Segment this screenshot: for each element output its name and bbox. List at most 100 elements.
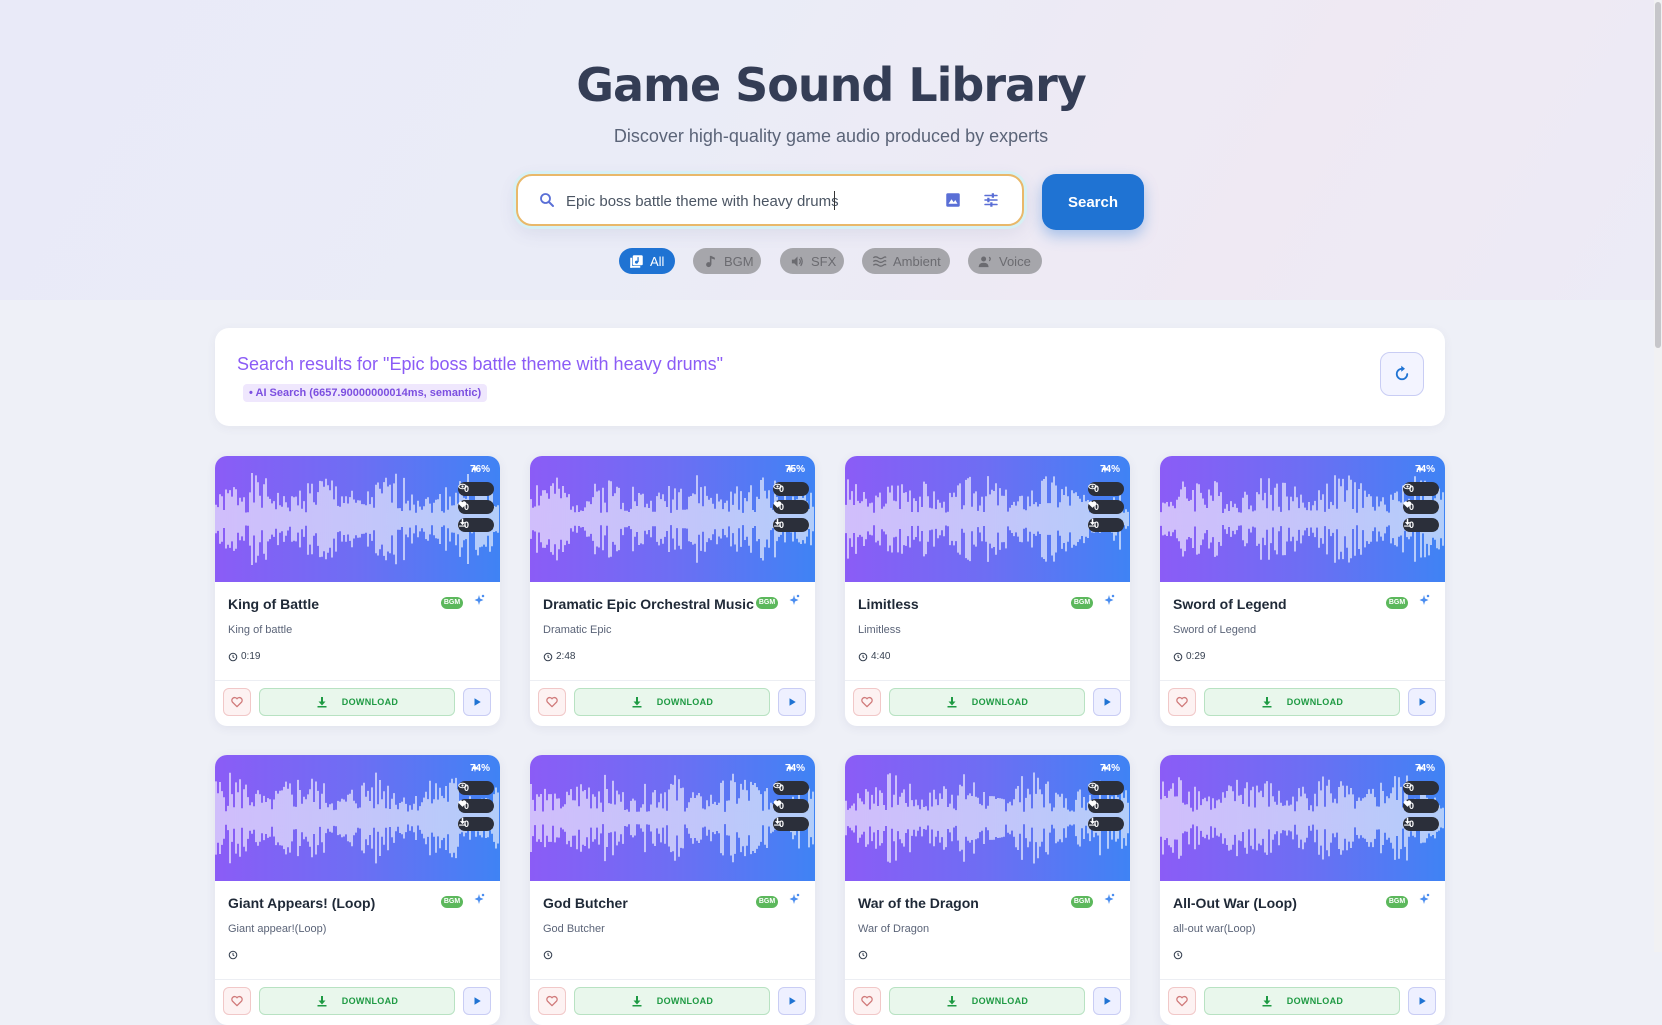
download-icon xyxy=(317,996,327,1007)
sound-card[interactable]: 74% 0 0 0 Giant Appears! (Loop) BGM Gian… xyxy=(215,755,500,1025)
sparkle-icon xyxy=(1416,763,1424,773)
sound-title[interactable]: Sword of Legend xyxy=(1173,596,1287,612)
views-stat: 0 xyxy=(773,482,809,496)
filter-chip-sfx[interactable]: SFX xyxy=(780,248,844,274)
page-scrollbar[interactable] xyxy=(1654,0,1662,952)
waveform-preview[interactable]: 74% 0 0 0 xyxy=(1160,456,1445,582)
waveform-preview[interactable]: 74% 0 0 0 xyxy=(845,456,1130,582)
play-button[interactable] xyxy=(1408,688,1436,716)
download-label: DOWNLOAD xyxy=(971,996,1029,1006)
sparkle-icon xyxy=(786,763,794,773)
match-score-badge: 74% xyxy=(1100,464,1120,475)
search-box[interactable] xyxy=(516,174,1024,226)
favorite-button[interactable] xyxy=(538,688,566,716)
filter-chip-label: Voice xyxy=(999,253,1031,269)
ai-sparkle-icon xyxy=(1104,893,1115,904)
heart-icon xyxy=(1403,800,1412,807)
sound-title[interactable]: Giant Appears! (Loop) xyxy=(228,895,375,911)
favorite-button[interactable] xyxy=(853,688,881,716)
waveform-preview[interactable]: 74% 0 0 0 xyxy=(530,755,815,881)
scrollbar-thumb[interactable] xyxy=(1655,2,1661,348)
download-button[interactable]: DOWNLOAD xyxy=(259,987,455,1015)
play-button[interactable] xyxy=(463,987,491,1015)
sound-card[interactable]: 74% 0 0 0 War of the Dragon BGM War of D… xyxy=(845,755,1130,1025)
sound-subtitle: Dramatic Epic xyxy=(543,624,612,636)
sound-title[interactable]: War of the Dragon xyxy=(858,895,979,911)
filter-sliders-icon[interactable] xyxy=(982,191,1000,209)
views-stat: 0 xyxy=(458,781,494,795)
play-button[interactable] xyxy=(778,987,806,1015)
eye-icon xyxy=(1088,782,1097,789)
sound-subtitle: Giant appear!(Loop) xyxy=(228,923,327,935)
results-title: Search results for "Epic boss battle the… xyxy=(237,354,723,374)
download-icon xyxy=(1262,697,1272,708)
heart-outline-icon xyxy=(546,696,558,708)
play-button[interactable] xyxy=(778,688,806,716)
sound-card[interactable]: 74% 0 0 0 Sword of Legend BGM Sword of L… xyxy=(1160,456,1445,726)
sparkle-icon xyxy=(471,464,479,474)
download-button[interactable]: DOWNLOAD xyxy=(889,688,1085,716)
play-button[interactable] xyxy=(1093,987,1121,1015)
download-label: DOWNLOAD xyxy=(341,996,399,1006)
sound-card[interactable]: 76% 0 0 0 King of Battle BGM King of bat… xyxy=(215,456,500,726)
filter-chip-ambient[interactable]: Ambient xyxy=(862,248,950,274)
card-divider xyxy=(1160,680,1445,681)
eye-icon xyxy=(1403,782,1412,789)
heart-icon xyxy=(1088,501,1097,508)
favorite-button[interactable] xyxy=(1168,987,1196,1015)
card-divider xyxy=(1160,979,1445,980)
download-button[interactable]: DOWNLOAD xyxy=(574,688,770,716)
likes-stat: 0 xyxy=(1088,799,1124,813)
sound-card[interactable]: 75% 0 0 0 Dramatic Epic Orchestral Music… xyxy=(530,456,815,726)
waveform-preview[interactable]: 76% 0 0 0 xyxy=(215,456,500,582)
favorite-button[interactable] xyxy=(853,987,881,1015)
play-icon xyxy=(474,698,481,706)
heart-icon xyxy=(773,501,782,508)
play-button[interactable] xyxy=(1408,987,1436,1015)
ai-sparkle-icon xyxy=(1419,893,1430,904)
favorite-button[interactable] xyxy=(538,987,566,1015)
download-button[interactable]: DOWNLOAD xyxy=(1204,688,1400,716)
sound-title[interactable]: God Butcher xyxy=(543,895,628,911)
sound-title[interactable]: King of Battle xyxy=(228,596,319,612)
favorite-button[interactable] xyxy=(223,987,251,1015)
sound-title[interactable]: Dramatic Epic Orchestral Music xyxy=(543,596,754,612)
waveform-preview[interactable]: 74% 0 0 0 xyxy=(845,755,1130,881)
download-button[interactable]: DOWNLOAD xyxy=(1204,987,1400,1015)
search-input[interactable] xyxy=(566,190,896,212)
sound-card[interactable]: 74% 0 0 0 God Butcher BGM God Butcher DO… xyxy=(530,755,815,1025)
filter-chip-voice[interactable]: Voice xyxy=(968,248,1042,274)
filter-chip-bgm[interactable]: BGM xyxy=(693,248,761,274)
download-button[interactable]: DOWNLOAD xyxy=(574,987,770,1015)
play-button[interactable] xyxy=(1093,688,1121,716)
download-button[interactable]: DOWNLOAD xyxy=(259,688,455,716)
heart-outline-icon xyxy=(546,995,558,1007)
clock-icon xyxy=(228,652,238,661)
favorite-button[interactable] xyxy=(1168,688,1196,716)
refresh-button[interactable] xyxy=(1380,352,1424,396)
duration-value: 0:19 xyxy=(241,651,261,662)
voice-icon xyxy=(978,256,991,267)
eye-icon xyxy=(773,483,782,490)
heart-outline-icon xyxy=(1176,696,1188,708)
search-button[interactable]: Search xyxy=(1042,174,1144,230)
download-button[interactable]: DOWNLOAD xyxy=(889,987,1085,1015)
waveform-preview[interactable]: 74% 0 0 0 xyxy=(215,755,500,881)
sound-title[interactable]: Limitless xyxy=(858,596,919,612)
image-search-icon[interactable] xyxy=(944,191,962,209)
ai-sparkle-icon xyxy=(474,893,485,904)
likes-stat: 0 xyxy=(458,799,494,813)
waveform-preview[interactable]: 75% 0 0 0 xyxy=(530,456,815,582)
downloads-stat: 0 xyxy=(773,518,809,532)
category-badge: BGM xyxy=(1386,896,1408,908)
sound-title[interactable]: All-Out War (Loop) xyxy=(1173,895,1297,911)
favorite-button[interactable] xyxy=(223,688,251,716)
views-stat: 0 xyxy=(773,781,809,795)
sound-card[interactable]: 74% 0 0 0 All-Out War (Loop) BGM all-out… xyxy=(1160,755,1445,1025)
filter-chip-all[interactable]: All xyxy=(619,248,675,274)
play-button[interactable] xyxy=(463,688,491,716)
play-icon xyxy=(789,997,796,1005)
results-header: Search results for "Epic boss battle the… xyxy=(215,328,1445,426)
waveform-preview[interactable]: 74% 0 0 0 xyxy=(1160,755,1445,881)
sound-card[interactable]: 74% 0 0 0 Limitless BGM Limitless 4:40 D… xyxy=(845,456,1130,726)
